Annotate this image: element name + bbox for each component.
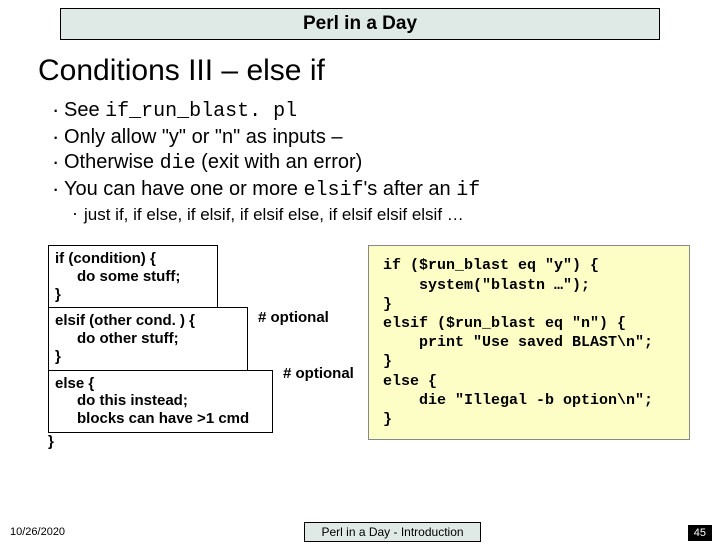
inline-code: elsif: [303, 179, 363, 202]
pseudocode-box: elsif (other cond. ) { do other stuff; }: [48, 307, 248, 370]
slide-heading: Conditions III – else if: [38, 54, 720, 88]
optional-label: # optional: [283, 365, 354, 383]
inline-code: die: [160, 152, 196, 175]
bullet-list: See if_run_blast. pl Only allow "y" or "…: [52, 98, 720, 203]
bullet-text: Otherwise: [64, 151, 160, 173]
bullet-text: Only allow "y" or "n" as inputs –: [64, 126, 343, 148]
pseudo-line: blocks can have >1 cmd: [55, 410, 266, 428]
footer-center: Perl in a Day - Introduction: [304, 522, 480, 542]
bullet-item: You can have one or more elsif's after a…: [52, 177, 720, 204]
footer-date: 10/26/2020: [10, 526, 65, 538]
pseudocode-block: if (condition) { do some stuff; } elsif …: [48, 245, 358, 450]
bullet-text: (exit with an error): [196, 151, 363, 173]
bullet-text: 's after an: [363, 178, 456, 200]
inline-code: if_run_blast. pl: [105, 100, 297, 123]
optional-label: # optional: [258, 309, 329, 327]
pseudo-line: elsif (other cond. ) {: [55, 312, 195, 329]
bullet-text: You can have one or more: [64, 178, 303, 200]
pseudo-line: do some stuff;: [55, 268, 211, 286]
content-columns: if (condition) { do some stuff; } elsif …: [0, 245, 720, 450]
pseudocode-box: else { do this instead; blocks can have …: [48, 370, 273, 433]
pseudo-line: do other stuff;: [55, 330, 241, 348]
bullet-item: Only allow "y" or "n" as inputs –: [52, 125, 720, 151]
bullet-item: Otherwise die (exit with an error): [52, 150, 720, 177]
bullet-item: See if_run_blast. pl: [52, 98, 720, 125]
sub-bullet-item: just if, if else, if elsif, if elsif els…: [72, 205, 720, 225]
sub-bullet-list: just if, if else, if elsif, if elsif els…: [72, 205, 720, 225]
bullet-text: See: [64, 99, 105, 121]
pseudo-line: if (condition) {: [55, 250, 156, 267]
pseudo-line: do this instead;: [55, 392, 266, 410]
pseudo-line: }: [55, 286, 61, 303]
pseudocode-box: if (condition) { do some stuff; }: [48, 245, 218, 308]
title-bar: Perl in a Day: [60, 8, 660, 40]
pseudo-line: }: [55, 348, 61, 365]
pseudo-line: }: [48, 433, 54, 450]
footer-page: 45: [688, 525, 712, 541]
pseudo-line: else {: [55, 375, 94, 392]
footer: 10/26/2020 Perl in a Day - Introduction …: [0, 522, 720, 542]
code-example: if ($run_blast eq "y") { system("blastn …: [368, 245, 690, 440]
inline-code: if: [456, 179, 480, 202]
sub-bullet-text: just if, if else, if elsif, if elsif els…: [84, 205, 464, 224]
